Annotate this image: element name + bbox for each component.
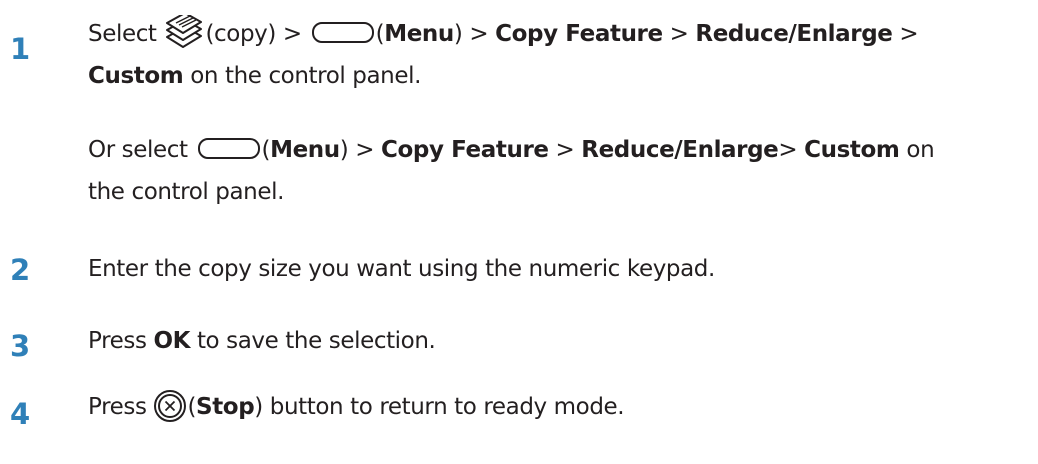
copy-icon	[163, 14, 205, 51]
stop-label: Stop	[196, 394, 255, 420]
text-or-select: Or select	[88, 137, 195, 163]
custom-label: Custom	[88, 63, 184, 89]
step-3-text: Press OK to save the selection.	[88, 321, 1028, 362]
separator: >	[778, 137, 805, 163]
custom-label: Custom	[804, 137, 900, 163]
step-1-line-3: Or select (Menu) > Copy Feature > Reduce…	[88, 130, 1028, 171]
separator: >	[892, 21, 919, 47]
text: on the control panel.	[183, 63, 421, 89]
step-number: 3	[10, 329, 31, 363]
text-press: Press	[88, 394, 154, 420]
paren: (	[375, 21, 385, 47]
ok-label: OK	[153, 328, 191, 354]
separator: ) >	[453, 21, 496, 47]
reduce-enlarge-label: Reduce/Enlarge	[695, 21, 893, 47]
text-select: Select	[88, 21, 164, 47]
step-number: 1	[10, 32, 31, 66]
copy-feature-label: Copy Feature	[495, 21, 663, 47]
step-1-line-2: Custom on the control panel.	[88, 56, 1028, 97]
paren: (	[261, 137, 271, 163]
step-1-line-4: the control panel.	[88, 179, 285, 205]
step-1-line-1: Select (copy) > (Menu) > Copy Feature > …	[88, 14, 1028, 55]
text: to save the selection.	[190, 328, 436, 354]
separator: >	[662, 21, 696, 47]
step-2-text: Enter the copy size you want using the n…	[88, 256, 715, 282]
paren: (	[187, 394, 197, 420]
step-number: 2	[10, 253, 31, 287]
copy-feature-label: Copy Feature	[381, 137, 549, 163]
text: on	[899, 137, 935, 163]
menu-label: Menu	[270, 137, 340, 163]
separator: >	[548, 137, 582, 163]
step-4-text: Press (Stop) button to return to ready m…	[88, 387, 1028, 428]
stop-button-icon	[153, 389, 187, 423]
menu-button-icon	[197, 138, 260, 159]
step-number: 4	[10, 397, 31, 431]
separator: ) >	[339, 137, 382, 163]
menu-label: Menu	[384, 21, 454, 47]
menu-button-icon	[311, 22, 374, 43]
text: ) button to return to ready mode.	[254, 394, 625, 420]
text-copy: (copy) >	[205, 21, 309, 47]
page: { "steps": [ { "number": "1", "line1": {…	[0, 0, 1038, 464]
text-press: Press	[88, 328, 154, 354]
reduce-enlarge-label: Reduce/Enlarge	[581, 137, 779, 163]
